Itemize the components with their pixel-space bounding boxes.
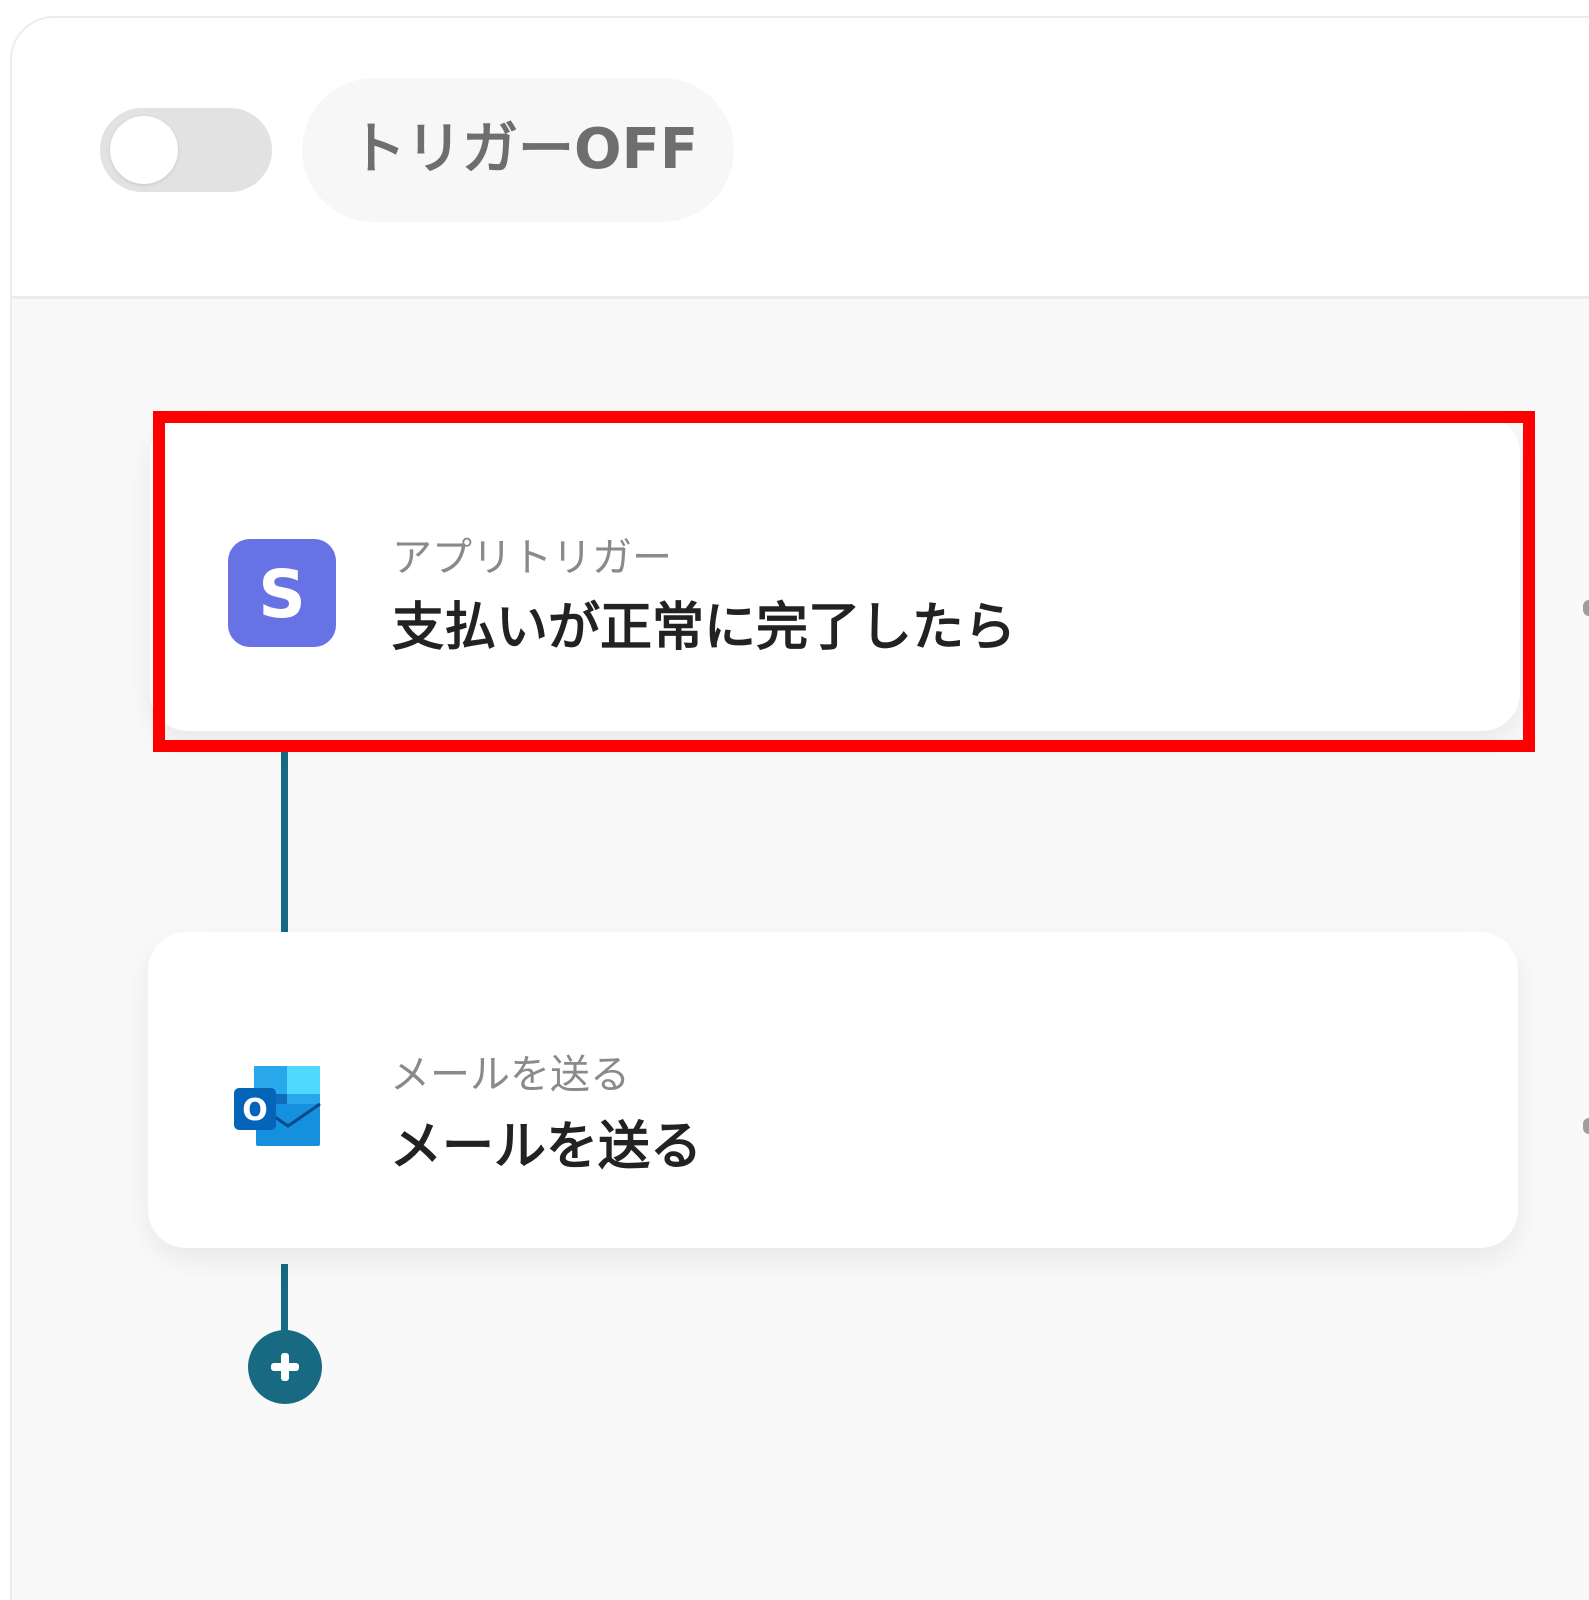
stripe-icon: S [228,539,336,647]
plus-icon [271,1353,299,1381]
step-title: メールを送る [390,1117,703,1177]
trigger-status-badge: トリガーOFF [302,78,734,222]
flow-step-trigger[interactable]: S アプリトリガー 支払いが正常に完了したら [150,415,1520,731]
trigger-toggle[interactable] [100,108,272,192]
step-title: 支払いが正常に完了したら [392,598,1017,658]
toggle-knob [110,116,178,184]
trigger-status-label: トリガーOFF [350,117,699,182]
svg-text:O: O [242,1093,268,1128]
step-type-label: アプリトリガー [392,535,672,581]
outlook-icon: O [234,1064,324,1148]
add-step-button[interactable] [248,1330,322,1404]
flow-step-action[interactable]: O メールを送る メールを送る [148,932,1518,1248]
flow-connector-line [281,749,288,947]
step-type-label: メールを送る [390,1052,630,1098]
flow-editor-panel: トリガーOFF [10,16,1589,1600]
step-edge-handle[interactable] [1583,1118,1589,1134]
svg-text:S: S [258,556,306,633]
step-edge-handle[interactable] [1583,600,1589,616]
flow-header: トリガーOFF [12,18,1589,299]
